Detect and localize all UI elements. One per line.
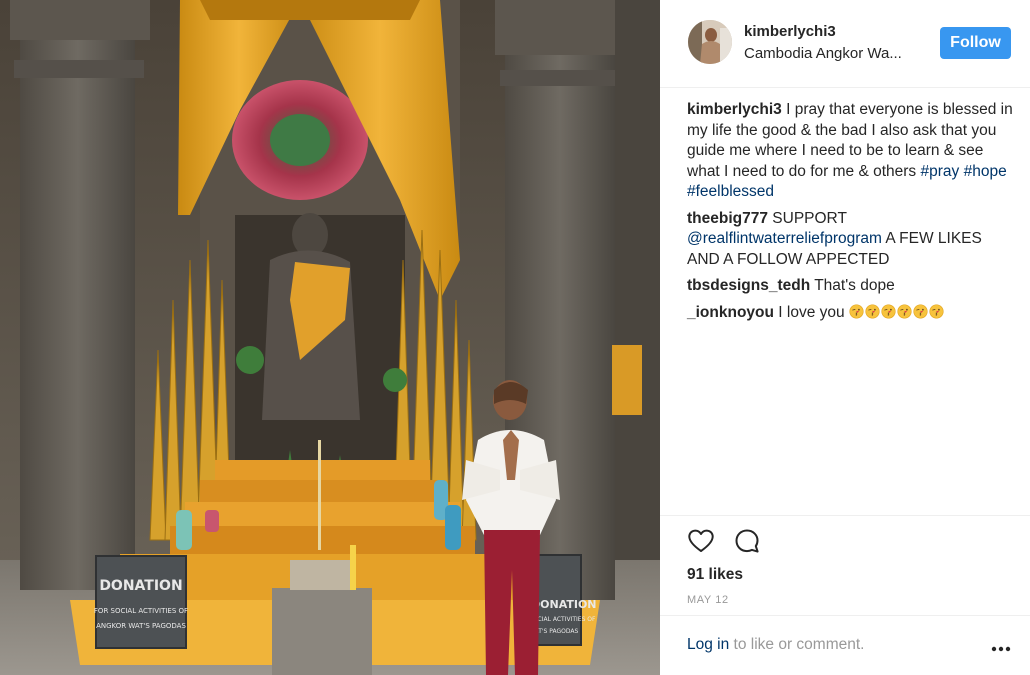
instagram-post: DONATION FOR SOCIAL ACTIVITIES OF ANGKOR…: [0, 0, 1030, 675]
hashtag-link[interactable]: #pray: [921, 163, 960, 180]
post-date[interactable]: MAY 12: [687, 594, 729, 606]
speech-bubble-icon[interactable]: [733, 527, 761, 555]
comment-item: theebig777 SUPPORT @realflintwaterrelief…: [687, 209, 1017, 271]
heart-outline-icon[interactable]: [687, 527, 715, 555]
likes-count[interactable]: 91 likes: [687, 566, 743, 584]
comments-list: kimberlychi3 I pray that everyone is ble…: [687, 100, 1017, 329]
kissing-face-icon: [849, 303, 864, 319]
post-photo[interactable]: DONATION FOR SOCIAL ACTIVITIES OF ANGKOR…: [0, 0, 660, 675]
post-header: kimberlychi3 Cambodia Angkor Wa... Follo…: [660, 0, 1030, 88]
ellipsis-icon[interactable]: [990, 645, 1012, 653]
emoji-group: [849, 303, 945, 321]
kissing-face-icon: [929, 303, 944, 319]
comment-author[interactable]: kimberlychi3: [687, 101, 782, 118]
post-side-panel: kimberlychi3 Cambodia Angkor Wa... Follo…: [660, 0, 1030, 675]
header-location[interactable]: Cambodia Angkor Wa...: [744, 45, 902, 62]
hashtag-link[interactable]: #hope: [964, 163, 1007, 180]
donation-sign-left-line1: FOR SOCIAL ACTIVITIES OF: [94, 607, 188, 615]
header-username[interactable]: kimberlychi3: [744, 23, 836, 40]
comment-author[interactable]: tbsdesigns_tedh: [687, 277, 810, 294]
kissing-face-icon: [913, 303, 928, 319]
donation-sign-left-line2: ANGKOR WAT'S PAGODAS: [96, 622, 186, 630]
donation-sign-right-title: DONATION: [531, 598, 597, 611]
comment-caption: kimberlychi3 I pray that everyone is ble…: [687, 100, 1017, 203]
login-prompt-text: to like or comment.: [729, 636, 865, 653]
kissing-face-icon: [865, 303, 880, 319]
donation-sign-right-line1: SOCIAL ACTIVITIES OF: [529, 616, 596, 623]
comment-text: SUPPORT: [767, 209, 847, 227]
kissing-face-icon: [897, 303, 912, 319]
comment-text: I love you: [773, 303, 849, 321]
login-link[interactable]: Log in: [687, 636, 729, 653]
post-actions: 91 likes MAY 12: [660, 515, 1030, 616]
mention-link[interactable]: @realflintwaterreliefprogram: [687, 230, 882, 247]
hashtag-link[interactable]: #feelblessed: [687, 183, 774, 200]
comment-author[interactable]: _ionknoyou: [687, 304, 774, 321]
avatar[interactable]: [688, 20, 732, 64]
login-prompt: Log in to like or comment.: [687, 636, 1017, 654]
kissing-face-icon: [881, 303, 896, 319]
donation-sign-left-title: DONATION: [99, 578, 182, 594]
comment-item: tbsdesigns_tedh That's dope: [687, 276, 1017, 297]
comment-text: That's dope: [810, 277, 895, 294]
comment-author[interactable]: theebig777: [687, 210, 768, 227]
comment-item: _ionknoyou I love you: [687, 303, 1017, 324]
follow-button[interactable]: Follow: [940, 27, 1011, 59]
